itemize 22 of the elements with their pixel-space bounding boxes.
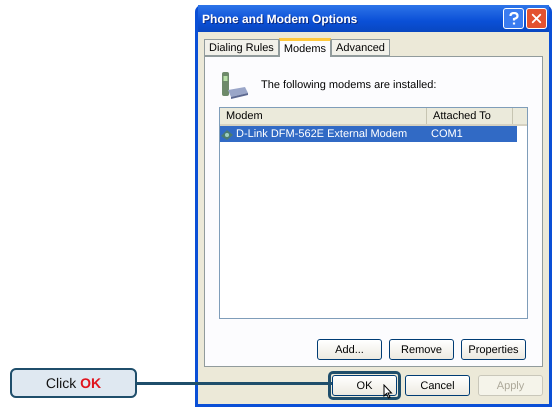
intro-text: The following modems are installed: (261, 79, 436, 91)
tab[interactable]: Dialing Rules (204, 39, 279, 56)
table-row[interactable]: D-Link DFM-562E External Modem COM1 (220, 126, 517, 142)
close-button[interactable] (526, 8, 547, 29)
list-button[interactable]: Remove (389, 339, 454, 360)
table-cell-text: COM1 (430, 128, 464, 140)
column-header[interactable]: Modem (220, 108, 427, 124)
tab[interactable]: Advanced (331, 39, 390, 56)
close-icon (529, 11, 544, 26)
list-button[interactable]: Properties (461, 339, 526, 360)
cursor-icon (383, 384, 393, 399)
phone-modem-icon (219, 70, 249, 100)
help-button[interactable] (503, 8, 524, 29)
window-title: Phone and Modem Options (202, 12, 358, 26)
callout-text: Click OK (46, 375, 102, 391)
tab[interactable]: Modems (278, 38, 331, 57)
dialog-button[interactable]: Cancel (405, 375, 470, 396)
column-header[interactable]: Attached To (427, 108, 513, 124)
list-button[interactable]: Add... (317, 339, 382, 360)
help-icon (508, 12, 518, 25)
modem-icon (220, 128, 234, 140)
table-cell-text: D-Link DFM-562E External Modem (235, 128, 408, 140)
